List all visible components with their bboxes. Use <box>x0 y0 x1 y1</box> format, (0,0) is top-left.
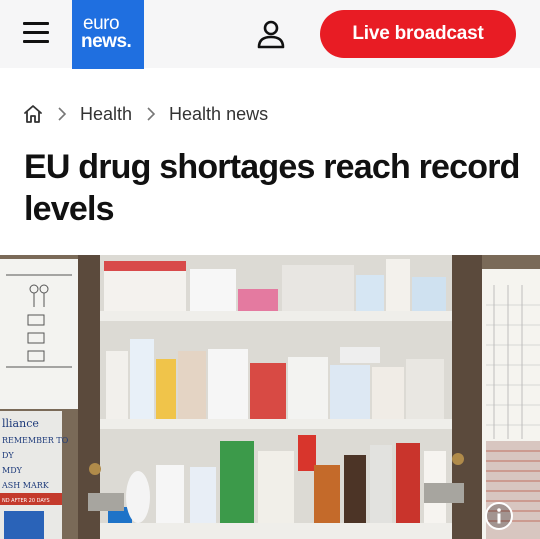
chevron-right-icon <box>58 107 67 121</box>
live-broadcast-button[interactable]: Live broadcast <box>320 10 516 58</box>
article-title: EU drug shortages reach record levels <box>24 148 520 228</box>
breadcrumb-health[interactable]: Health <box>80 104 132 125</box>
poster-text-1: lliance <box>2 417 39 430</box>
euronews-logo[interactable]: euro news. <box>72 0 144 69</box>
home-icon[interactable] <box>23 104 43 124</box>
breadcrumb-health-news[interactable]: Health news <box>169 104 268 125</box>
info-icon[interactable] <box>484 501 514 531</box>
chevron-right-icon <box>147 107 156 121</box>
menu-icon[interactable] <box>23 22 49 44</box>
poster-text-6: ND AFTER 20 DAYS <box>2 498 50 504</box>
poster-text-3: DY <box>2 451 14 460</box>
logo-line-2: news. <box>81 31 132 52</box>
poster-text-4: MDY <box>2 466 23 475</box>
article-hero-image: lliance REMEMBER TO DY MDY ASH MARK ND A… <box>0 255 540 539</box>
account-icon[interactable] <box>256 19 286 49</box>
poster-text-5: ASH MARK <box>1 481 50 490</box>
poster-text-2: REMEMBER TO <box>2 436 69 445</box>
medicine-cabinet-photo: lliance REMEMBER TO DY MDY ASH MARK ND A… <box>0 255 540 539</box>
site-header: euro news. Live broadcast <box>0 0 540 69</box>
breadcrumb: Health Health news <box>23 101 268 127</box>
